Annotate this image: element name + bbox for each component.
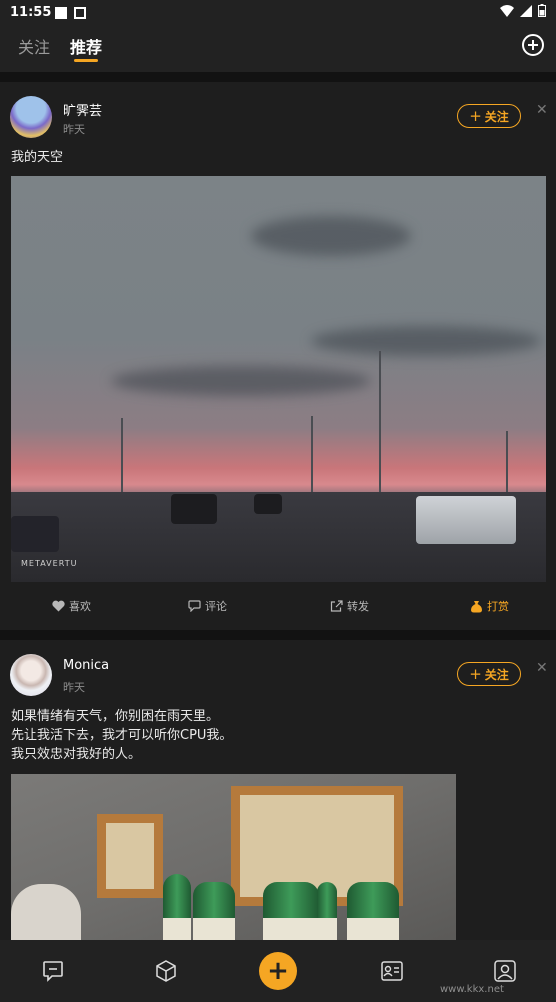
contact-card-icon[interactable] xyxy=(380,959,404,987)
like-button[interactable]: 喜欢 xyxy=(52,598,91,614)
bottle-label xyxy=(193,918,235,940)
top-nav: 关注 推荐 xyxy=(0,26,556,72)
bottle-label xyxy=(263,918,319,940)
follow-label: 关注 xyxy=(484,109,509,124)
street-lamp xyxy=(379,351,381,499)
follow-button[interactable]: + 关注 xyxy=(457,104,521,128)
cloud xyxy=(311,326,541,356)
share-icon xyxy=(330,600,343,612)
battery-icon xyxy=(538,4,546,17)
bottle-label xyxy=(163,918,191,940)
avatar[interactable] xyxy=(10,96,52,138)
plus-icon: + xyxy=(469,664,482,683)
post-text: 如果情绪有天气，你别困在雨天里。 先让我活下去，我才可以听你CPU我。 我只效忠… xyxy=(11,709,233,762)
cube-icon[interactable] xyxy=(154,959,178,987)
heart-icon xyxy=(52,600,65,612)
signal-icon xyxy=(520,4,532,17)
status-bar: 11:55 xyxy=(0,0,556,26)
app-notification-icon xyxy=(74,7,86,19)
comment-label: 评论 xyxy=(205,600,227,613)
bottle xyxy=(263,882,319,940)
post-photo[interactable]: METAVERTU xyxy=(11,176,546,582)
street-lamp xyxy=(121,418,123,498)
messages-icon[interactable] xyxy=(41,959,65,987)
avatar[interactable] xyxy=(10,654,52,696)
follow-label: 关注 xyxy=(484,667,509,682)
car xyxy=(11,516,59,552)
person-shoulder xyxy=(11,884,81,940)
status-time: 11:55 xyxy=(10,5,52,20)
like-label: 喜欢 xyxy=(69,600,91,613)
plus-icon: + xyxy=(469,106,482,125)
money-bag-icon xyxy=(471,600,482,612)
reward-button[interactable]: 打赏 xyxy=(470,598,509,614)
wall-frame xyxy=(97,814,163,898)
tab-follow[interactable]: 关注 xyxy=(18,34,50,58)
post-card: 旷霁芸 昨天 + 关注 ✕ 我的天空 METAVERTU 喜欢 评论 转发 打赏 xyxy=(0,82,556,630)
create-button[interactable]: + xyxy=(259,952,297,990)
wifi-icon xyxy=(500,4,514,17)
car xyxy=(171,494,217,524)
cloud xyxy=(111,366,371,396)
close-icon[interactable]: ✕ xyxy=(536,102,548,118)
bottle-label xyxy=(347,918,399,940)
street-lamp xyxy=(311,416,313,499)
post-time: 昨天 xyxy=(63,123,85,136)
tab-active-indicator xyxy=(74,59,98,62)
bottle xyxy=(347,882,399,940)
bottle xyxy=(317,882,337,940)
post-card: Monica 昨天 + 关注 ✕ 如果情绪有天气，你别困在雨天里。 先让我活下去… xyxy=(0,640,556,940)
username[interactable]: 旷霁芸 xyxy=(63,100,102,119)
street-lamp xyxy=(506,431,508,499)
cloud xyxy=(251,216,411,256)
comment-button[interactable]: 评论 xyxy=(188,598,227,614)
tab-recommend[interactable]: 推荐 xyxy=(70,34,102,58)
bottle xyxy=(163,874,191,940)
notification-icon xyxy=(55,7,67,19)
comment-icon xyxy=(188,600,201,612)
car xyxy=(254,494,282,514)
site-watermark: www.kkx.net xyxy=(440,984,504,995)
post-text: 我的天空 xyxy=(11,150,64,165)
bottle xyxy=(193,882,235,940)
post-photo[interactable] xyxy=(11,774,456,940)
follow-button[interactable]: + 关注 xyxy=(457,662,521,686)
profile-icon[interactable] xyxy=(493,959,517,987)
bottle-label xyxy=(317,918,337,940)
close-icon[interactable]: ✕ xyxy=(536,660,548,676)
share-button[interactable]: 转发 xyxy=(330,598,369,614)
post-actions: 喜欢 评论 转发 打赏 xyxy=(0,594,556,618)
share-label: 转发 xyxy=(347,600,369,613)
add-post-icon[interactable] xyxy=(522,34,544,56)
car xyxy=(416,496,516,544)
username[interactable]: Monica xyxy=(63,658,109,673)
post-time: 昨天 xyxy=(63,681,85,694)
reward-label: 打赏 xyxy=(487,600,509,613)
photo-watermark: METAVERTU xyxy=(21,559,78,568)
